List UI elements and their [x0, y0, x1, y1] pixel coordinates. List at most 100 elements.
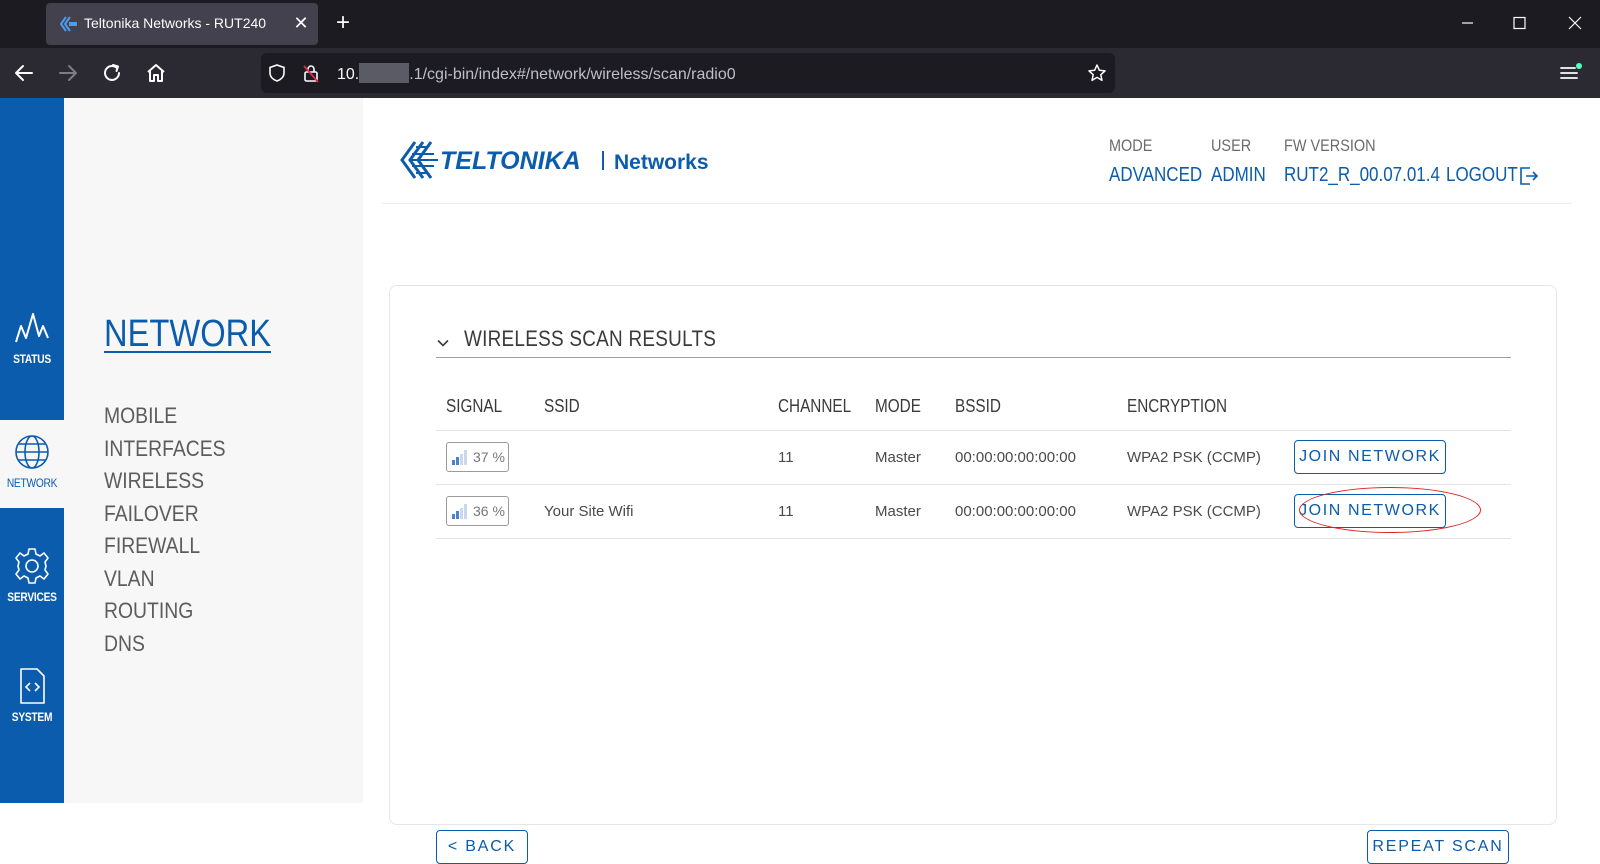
submenu-item-failover[interactable]: FAILOVER: [104, 498, 226, 531]
back-arrow-icon[interactable]: [8, 57, 40, 89]
teltonika-logo: TELTONIKA Networks: [400, 141, 709, 179]
back-button[interactable]: < BACK: [436, 830, 528, 864]
signal-cell: 36 %: [436, 484, 534, 539]
nav-status[interactable]: STATUS: [0, 308, 64, 398]
channel-cell: 11: [768, 484, 865, 539]
page-header: TELTONIKA Networks MODE ADVANCED USER AD…: [382, 98, 1572, 204]
window-close-icon[interactable]: [1552, 8, 1598, 38]
browser-tab-bar: Teltonika Networks - RUT240 ✕ +: [0, 0, 1600, 48]
submenu-item-mobile[interactable]: MOBILE: [104, 400, 226, 433]
signal-bars-icon: [452, 504, 467, 519]
logo-brand-text: TELTONIKA: [440, 147, 581, 175]
col-signal: SIGNAL: [436, 384, 534, 431]
submenu-item-dns[interactable]: DNS: [104, 628, 226, 661]
table-row: 37 % 11 Master 00:00:00:00:00:00 WPA2 PS…: [436, 430, 1511, 485]
mode-label: MODE: [1109, 136, 1153, 155]
main-icon-sidebar: STATUS NETWORK SERVICES SYSTEM: [0, 98, 64, 803]
firmware-label: FW VERSION: [1284, 136, 1376, 155]
scan-results-panel: WIRELESS SCAN RESULTS SIGNAL SSID CHANNE…: [389, 285, 1557, 864]
maximize-icon[interactable]: [1496, 8, 1542, 38]
signal-indicator: 36 %: [446, 496, 509, 526]
logout-icon: [1520, 166, 1539, 185]
bssid-cell: 00:00:00:00:00:00: [945, 484, 1117, 539]
signal-percent: 36 %: [473, 503, 505, 519]
teltonika-logo-icon: [400, 141, 438, 179]
nav-services-label: SERVICES: [7, 590, 57, 604]
table-header-row: SIGNAL SSID CHANNEL MODE BSSID ENCRYPTIO…: [436, 384, 1511, 431]
action-cell: JOIN NETWORK: [1284, 484, 1511, 539]
firmware-info: FW VERSION RUT2_R_00.07.01.4: [1284, 136, 1467, 187]
hamburger-menu-icon[interactable]: [1556, 60, 1584, 86]
user-label: USER: [1211, 136, 1252, 155]
mode-cell: Master: [865, 484, 945, 539]
mode-value[interactable]: ADVANCED: [1109, 164, 1202, 187]
chevron-down-icon[interactable]: [436, 336, 450, 350]
col-bssid: BSSID: [945, 384, 1117, 431]
router-web-ui: STATUS NETWORK SERVICES SYSTEM NETWORK M…: [0, 98, 1600, 864]
bookmark-star-icon[interactable]: [1087, 63, 1107, 83]
bssid-cell: 00:00:00:00:00:00: [945, 430, 1117, 485]
submenu-item-firewall[interactable]: FIREWALL: [104, 530, 226, 563]
col-ssid: SSID: [534, 384, 768, 431]
table-row: 36 % Your Site Wifi 11 Master 00:00:00:0…: [436, 484, 1511, 539]
repeat-scan-button[interactable]: REPEAT SCAN: [1367, 830, 1509, 864]
teltonika-favicon-icon: [60, 16, 77, 32]
scan-results-header[interactable]: WIRELESS SCAN RESULTS: [436, 326, 1511, 358]
submenu-item-wireless[interactable]: WIRELESS: [104, 465, 226, 498]
logo-sub-text: Networks: [614, 151, 709, 174]
gear-icon: [15, 548, 49, 584]
nav-system-label: SYSTEM: [11, 710, 53, 724]
nav-network[interactable]: NETWORK: [0, 420, 64, 508]
scan-results-table: SIGNAL SSID CHANNEL MODE BSSID ENCRYPTIO…: [436, 384, 1511, 539]
user-info: USER ADMIN: [1211, 136, 1275, 187]
nav-services[interactable]: SERVICES: [0, 546, 64, 636]
join-network-button-your-site-wifi[interactable]: JOIN NETWORK: [1294, 494, 1446, 528]
minimize-icon[interactable]: [1444, 8, 1490, 38]
url-path: .1/cgi-bin/index#/network/wireless/scan/…: [409, 66, 736, 83]
url-text[interactable]: 10. .1/cgi-bin/index#/network/wireless/sc…: [337, 63, 736, 84]
firmware-value[interactable]: RUT2_R_00.07.01.4: [1284, 164, 1440, 187]
ssid-cell: Your Site Wifi: [534, 484, 768, 539]
tab-close-icon[interactable]: ✕: [290, 12, 312, 34]
redacted-ip-block: [359, 63, 410, 83]
nav-status-label: STATUS: [13, 352, 51, 366]
nav-network-label: NETWORK: [6, 476, 58, 490]
col-action: [1284, 384, 1511, 431]
ssid-cell: [534, 430, 768, 485]
submenu-title[interactable]: NETWORK: [104, 313, 271, 356]
submenu-list: MOBILE INTERFACES WIRELESS FAILOVER FIRE…: [104, 400, 242, 660]
submenu-item-interfaces[interactable]: INTERFACES: [104, 433, 226, 466]
browser-tab[interactable]: Teltonika Networks - RUT240 ✕: [46, 3, 318, 45]
action-cell: JOIN NETWORK: [1284, 430, 1511, 485]
logout-button[interactable]: LOGOUT: [1446, 164, 1540, 187]
insecure-lock-icon[interactable]: [301, 63, 321, 83]
encryption-cell: WPA2 PSK (CCMP): [1117, 484, 1284, 539]
globe-icon: [15, 435, 49, 469]
tab-title: Teltonika Networks - RUT240: [84, 15, 267, 31]
nav-system[interactable]: SYSTEM: [0, 666, 64, 756]
code-file-icon: [20, 668, 45, 704]
url-bar[interactable]: 10. .1/cgi-bin/index#/network/wireless/sc…: [261, 53, 1115, 93]
activity-icon: [15, 313, 49, 343]
forward-arrow-icon[interactable]: [52, 57, 84, 89]
browser-toolbar: 10. .1/cgi-bin/index#/network/wireless/sc…: [0, 48, 1600, 98]
home-icon[interactable]: [140, 57, 172, 89]
user-value[interactable]: ADMIN: [1211, 164, 1266, 187]
channel-cell: 11: [768, 430, 865, 485]
col-channel: CHANNEL: [768, 384, 865, 431]
signal-percent: 37 %: [473, 449, 505, 465]
new-tab-button[interactable]: +: [330, 11, 356, 37]
join-network-button[interactable]: JOIN NETWORK: [1294, 440, 1446, 474]
signal-cell: 37 %: [436, 430, 534, 485]
submenu-item-vlan[interactable]: VLAN: [104, 563, 226, 596]
encryption-cell: WPA2 PSK (CCMP): [1117, 430, 1284, 485]
col-mode: MODE: [865, 384, 945, 431]
shield-icon[interactable]: [267, 63, 287, 83]
mode-info: MODE ADVANCED: [1109, 136, 1219, 187]
signal-indicator: 37 %: [446, 442, 509, 472]
mode-cell: Master: [865, 430, 945, 485]
url-host-prefix: 10.: [337, 66, 360, 83]
submenu-item-routing[interactable]: ROUTING: [104, 595, 226, 628]
reload-icon[interactable]: [96, 57, 128, 89]
network-submenu: NETWORK MOBILE INTERFACES WIRELESS FAILO…: [64, 98, 363, 803]
